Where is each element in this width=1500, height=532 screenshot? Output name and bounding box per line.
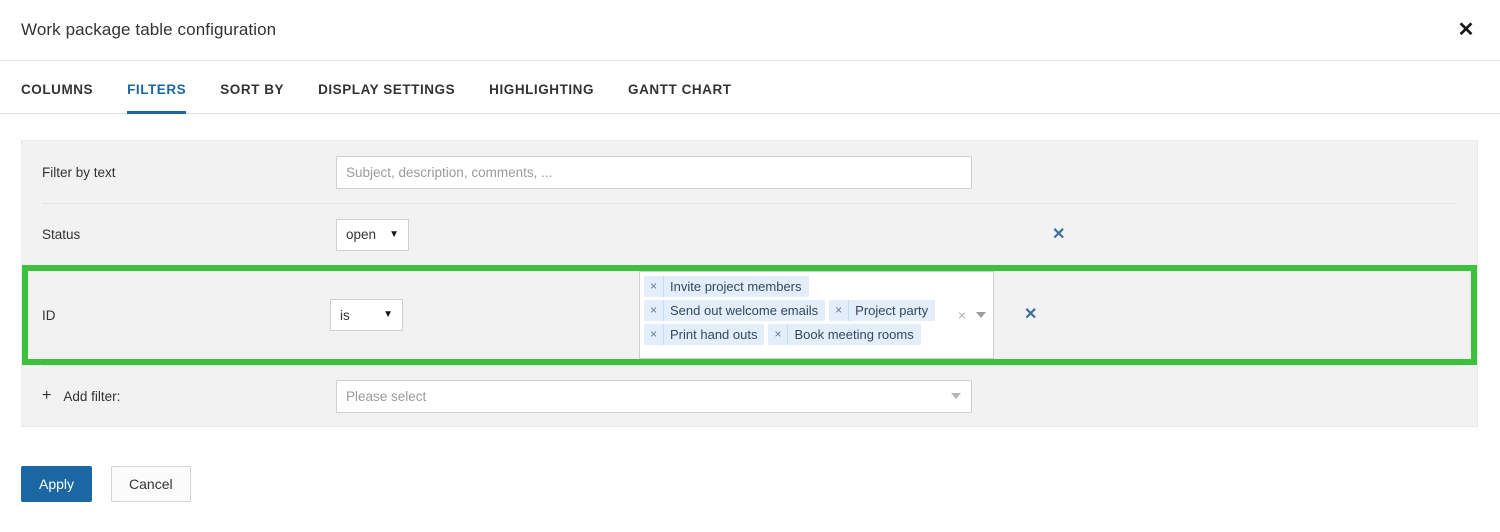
tab-highlighting[interactable]: HIGHLIGHTING: [489, 61, 594, 113]
chip-remove-icon[interactable]: ×: [644, 276, 664, 297]
plus-icon: +: [42, 388, 51, 404]
filter-by-text-input[interactable]: [336, 156, 972, 189]
add-filter-select[interactable]: Please select: [336, 380, 972, 413]
chip[interactable]: × Print hand outs: [644, 324, 764, 345]
chip-list: × Invite project members × Send out welc…: [644, 276, 944, 345]
tab-bar: COLUMNS FILTERS SORT BY DISPLAY SETTINGS…: [0, 61, 1500, 114]
multiselect-actions: ×: [958, 308, 986, 322]
chip-label: Book meeting rooms: [788, 324, 920, 345]
chip[interactable]: × Invite project members: [644, 276, 809, 297]
chip-label: Send out welcome emails: [664, 300, 825, 321]
id-values-multiselect[interactable]: × Invite project members × Send out welc…: [639, 271, 994, 359]
filter-row-text: Filter by text: [22, 141, 1477, 203]
tab-sort-by[interactable]: SORT BY: [220, 61, 284, 113]
chevron-down-icon: ▼: [383, 310, 393, 320]
chip[interactable]: × Project party: [829, 300, 935, 321]
tab-columns[interactable]: COLUMNS: [21, 61, 93, 113]
tab-gantt-chart[interactable]: GANTT CHART: [628, 61, 732, 113]
chevron-down-icon[interactable]: [976, 312, 986, 318]
status-operator-select[interactable]: open ▼: [336, 219, 409, 251]
chip-label: Invite project members: [664, 276, 809, 297]
add-filter-row: + Add filter: Please select: [42, 365, 1457, 426]
filter-row-status: Status open ▼ ✕: [42, 203, 1457, 265]
remove-id-filter-icon[interactable]: ✕: [1024, 307, 1037, 323]
chip[interactable]: × Send out welcome emails: [644, 300, 825, 321]
apply-button[interactable]: Apply: [21, 466, 92, 502]
add-filter-text: Add filter:: [63, 389, 120, 404]
close-icon[interactable]: ✕: [1453, 17, 1479, 43]
filter-row-id: ID is ▼ × Invite project members × Send …: [28, 271, 1471, 359]
remove-status-filter-icon[interactable]: ✕: [1052, 227, 1065, 243]
chip-remove-icon[interactable]: ×: [644, 324, 664, 345]
id-operator-select[interactable]: is ▼: [330, 299, 403, 331]
chip-label: Print hand outs: [664, 324, 764, 345]
chip-remove-icon[interactable]: ×: [829, 300, 849, 321]
chip-label: Project party: [849, 300, 935, 321]
filter-label-status: Status: [42, 227, 336, 242]
clear-all-icon[interactable]: ×: [958, 308, 966, 322]
filter-label-text: Filter by text: [42, 165, 336, 180]
chevron-down-icon: ▼: [389, 230, 399, 240]
cancel-button[interactable]: Cancel: [111, 466, 191, 502]
modal-header: Work package table configuration ✕: [0, 0, 1500, 61]
page-title: Work package table configuration: [21, 20, 276, 40]
chip-remove-icon[interactable]: ×: [768, 324, 788, 345]
chip-remove-icon[interactable]: ×: [644, 300, 664, 321]
chip[interactable]: × Book meeting rooms: [768, 324, 920, 345]
add-filter-label: + Add filter:: [42, 388, 336, 404]
id-operator-value: is: [331, 308, 350, 323]
chevron-down-icon: [951, 393, 961, 399]
add-filter-placeholder: Please select: [337, 389, 426, 404]
filters-panel: Filter by text Status open ▼ ✕ ID is ▼ ×…: [21, 140, 1478, 427]
id-filter-highlight-box: ID is ▼ × Invite project members × Send …: [22, 265, 1477, 365]
tab-display-settings[interactable]: DISPLAY SETTINGS: [318, 61, 455, 113]
filter-label-id: ID: [42, 308, 330, 323]
status-operator-value: open: [337, 227, 376, 242]
modal-footer: Apply Cancel: [21, 466, 191, 502]
tab-filters[interactable]: FILTERS: [127, 61, 186, 113]
